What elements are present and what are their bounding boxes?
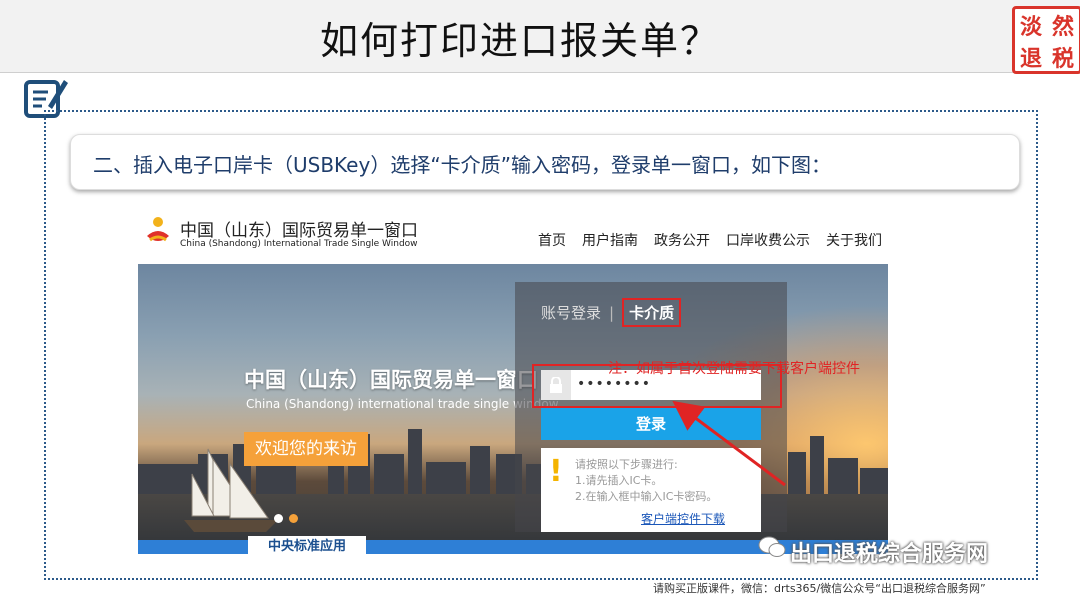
subheading-text: 二、插入电子口岸卡（USBKey）选择“卡介质”输入密码，登录单一窗口，如下图： bbox=[93, 153, 832, 177]
site-header: 中国（山东）国际贸易单一窗口 China (Shandong) Internat… bbox=[138, 206, 890, 264]
nav-item-user-guide[interactable]: 用户指南 bbox=[582, 230, 638, 250]
tip-line: 1.请先插入IC卡。 bbox=[575, 474, 663, 487]
hero-title-cn: 中国（山东）国际贸易单一窗口 bbox=[244, 368, 538, 392]
wechat-icon bbox=[758, 536, 786, 557]
tip-line: 请按照以下步骤进行: bbox=[575, 458, 678, 471]
password-value: •••••••• bbox=[577, 376, 652, 392]
seal-char: 税 bbox=[1051, 46, 1074, 72]
hero-title-en: China (Shandong) international trade sin… bbox=[246, 397, 559, 411]
seal-char: 淡 bbox=[1019, 14, 1042, 40]
nav-item-about[interactable]: 关于我们 bbox=[826, 230, 882, 250]
tips-box: ! 请按照以下步骤进行: 1.请先插入IC卡。 2.在输入框中输入IC卡密码。 … bbox=[541, 448, 761, 532]
warning-icon: ! bbox=[549, 454, 563, 489]
tab-card-media[interactable]: 卡介质 bbox=[622, 298, 682, 327]
carousel-dot[interactable] bbox=[289, 514, 298, 523]
login-button[interactable]: 登录 bbox=[541, 408, 761, 440]
seal-logo: 淡 然 退 税 bbox=[1012, 6, 1080, 74]
nav-item-port-fees[interactable]: 口岸收费公示 bbox=[726, 230, 810, 250]
seal-char: 然 bbox=[1051, 14, 1074, 40]
tip-line: 2.在输入框中输入IC卡密码。 bbox=[575, 490, 718, 503]
bottom-tab[interactable]: 中央标准应用 bbox=[248, 536, 366, 554]
nav-item-public-affairs[interactable]: 政务公开 bbox=[654, 230, 710, 250]
welcome-button[interactable]: 欢迎您的来访 bbox=[244, 432, 368, 466]
site-name-cn: 中国（山东）国际贸易单一窗口 bbox=[180, 221, 418, 241]
client-control-download-link[interactable]: 客户端控件下载 bbox=[641, 510, 725, 527]
annotation-note: 注：如属于首次登陆需要下载客户端控件 bbox=[608, 361, 860, 377]
carousel-dots[interactable] bbox=[274, 508, 304, 527]
site-nav: 首页 用户指南 政务公开 口岸收费公示 关于我们 bbox=[538, 230, 882, 250]
slide-title: 如何打印进口报关单？ bbox=[319, 19, 720, 63]
site-name-en: China (Shandong) International Trade Sin… bbox=[180, 239, 418, 249]
slide-header: 如何打印进口报关单？ 淡 然 退 税 bbox=[0, 0, 1080, 74]
subheading-box: 二、插入电子口岸卡（USBKey）选择“卡介质”输入密码，登录单一窗口，如下图： bbox=[70, 134, 1020, 190]
login-tabs: 账号登录 | 卡介质 bbox=[541, 298, 682, 327]
carousel-dot[interactable] bbox=[274, 514, 283, 523]
watermark-text: 出口退税综合服务网 bbox=[790, 542, 989, 567]
footer-text: 请购买正版课件，微信：drts365/微信公众号“出口退税综合服务网” bbox=[653, 582, 986, 595]
nav-item-home[interactable]: 首页 bbox=[538, 230, 566, 250]
seal-char: 退 bbox=[1019, 46, 1042, 72]
tab-account-login[interactable]: 账号登录 bbox=[541, 304, 601, 322]
lock-icon bbox=[541, 370, 571, 400]
site-logo-icon bbox=[147, 217, 169, 242]
tab-separator: | bbox=[609, 304, 615, 322]
login-panel: 账号登录 | 卡介质 •••••••• 登录 ! 请按照以下步骤进行: 1.请先插入… bbox=[515, 282, 787, 532]
hero-banner: 中国（山东）国际贸易单一窗口 China (Shandong) internat… bbox=[138, 264, 888, 554]
